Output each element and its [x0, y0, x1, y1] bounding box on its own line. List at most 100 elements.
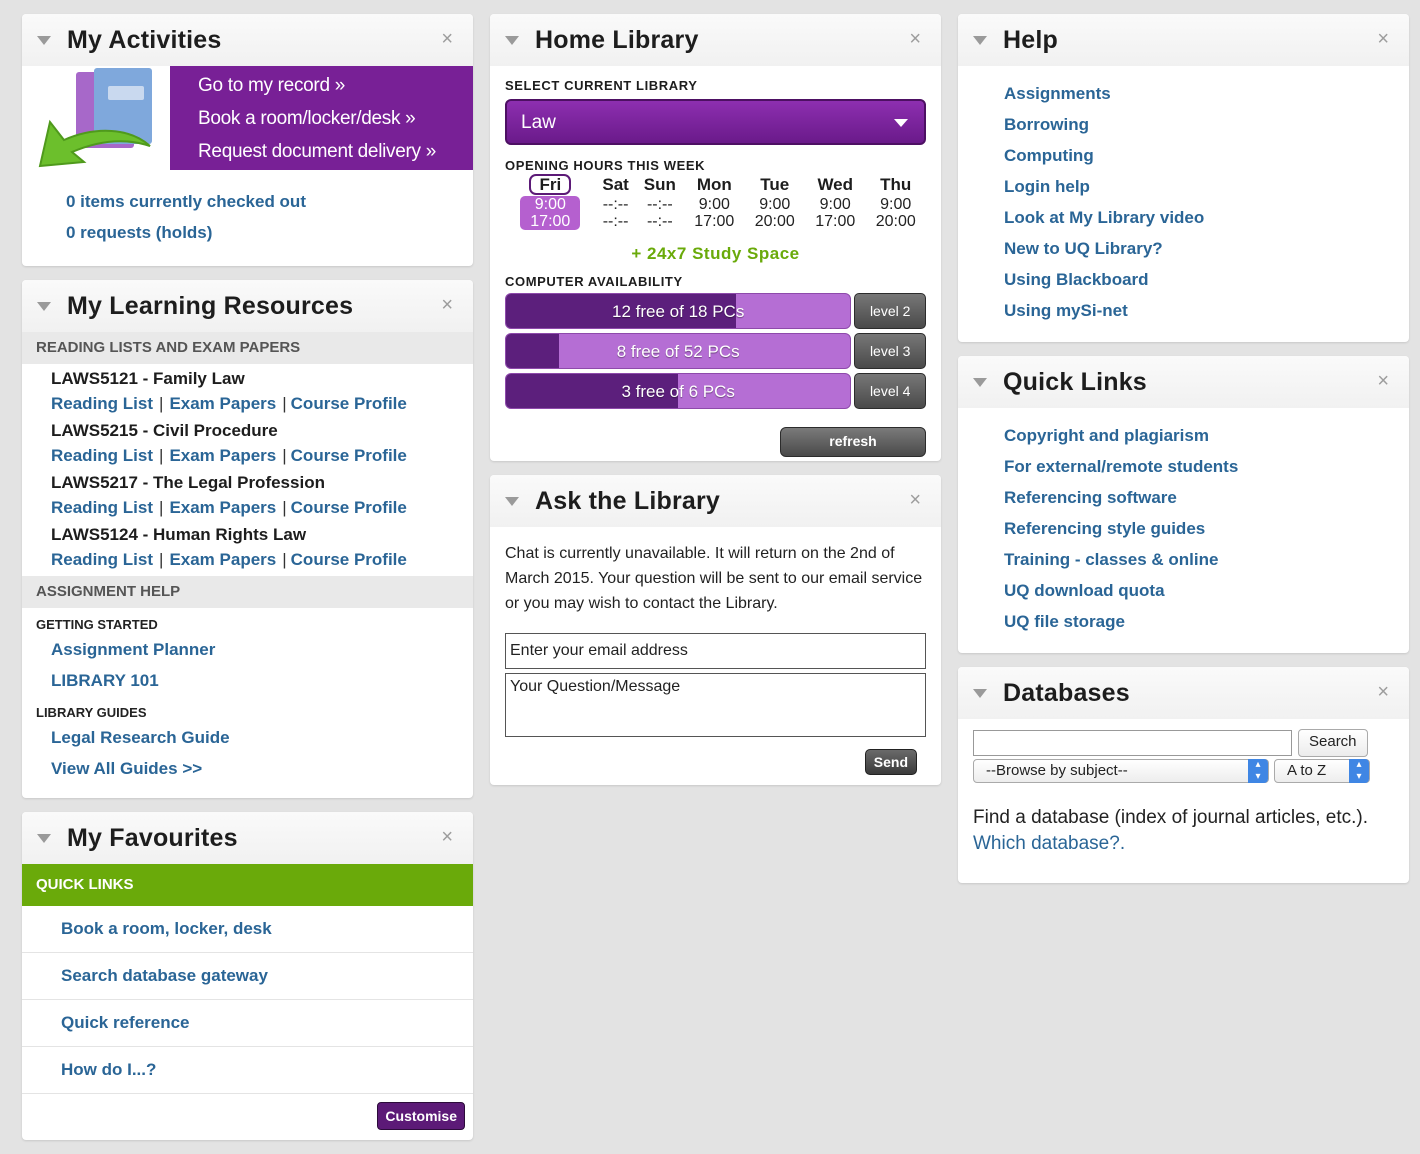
reading-list-link[interactable]: Reading List: [51, 394, 153, 413]
database-search-button[interactable]: Search: [1298, 729, 1368, 757]
reading-list-link[interactable]: Reading List: [51, 446, 153, 465]
study-space-link[interactable]: + 24x7 Study Space: [490, 244, 941, 264]
panel-header[interactable]: Databases ×: [958, 667, 1409, 719]
closing-time: --:--: [646, 213, 673, 230]
opening-time: 9:00: [505, 196, 596, 213]
exam-papers-link[interactable]: Exam Papers: [169, 550, 276, 569]
panel-title: Ask the Library: [535, 486, 721, 515]
favourite-link[interactable]: Quick reference: [61, 1013, 190, 1032]
assignment-planner-link[interactable]: Assignment Planner: [22, 634, 473, 665]
close-icon[interactable]: ×: [909, 489, 921, 512]
close-icon[interactable]: ×: [441, 826, 453, 849]
library-select[interactable]: Law: [505, 99, 926, 145]
day-name: Fri: [529, 174, 572, 195]
close-icon[interactable]: ×: [441, 294, 453, 317]
opening-time: 9:00: [880, 196, 912, 213]
close-icon[interactable]: ×: [1377, 28, 1389, 51]
customise-button[interactable]: Customise: [377, 1102, 465, 1130]
library-101-link[interactable]: LIBRARY 101: [22, 665, 473, 696]
level-button[interactable]: level 3: [854, 333, 926, 369]
help-link[interactable]: Assignments: [1004, 78, 1409, 109]
course-item: LAWS5215 - Civil Procedure Reading List | E…: [22, 418, 473, 468]
request-delivery-link[interactable]: Request document delivery »: [198, 135, 473, 168]
link-separator: |: [159, 550, 164, 569]
a-to-z-select[interactable]: A to Z ▴ ▾: [1274, 759, 1370, 783]
course-name: LAWS5124 - Human Rights Law: [51, 525, 307, 544]
quick-links-panel: Quick Links × Copyright and plagiarism Fo…: [958, 356, 1409, 653]
exam-papers-link[interactable]: Exam Papers: [169, 498, 276, 517]
link-separator: |: [282, 446, 287, 465]
opening-hours-table: Fri Sat Sun Mon Tue Wed Thu 9:00 --:-- --:-- 9:00…: [505, 173, 926, 230]
help-link[interactable]: New to UQ Library?: [1004, 233, 1409, 264]
items-checked-out-link[interactable]: 0 items currently checked out: [66, 186, 473, 217]
collapse-triangle-icon[interactable]: [37, 35, 51, 45]
collapse-triangle-icon[interactable]: [505, 496, 519, 506]
panel-title: Help: [1003, 25, 1058, 54]
quick-link[interactable]: For external/remote students: [1004, 451, 1409, 482]
exam-papers-link[interactable]: Exam Papers: [169, 446, 276, 465]
close-icon[interactable]: ×: [909, 28, 921, 51]
quick-link[interactable]: UQ file storage: [1004, 606, 1409, 637]
collapse-triangle-icon[interactable]: [37, 833, 51, 843]
quick-link[interactable]: Referencing software: [1004, 482, 1409, 513]
help-link[interactable]: Login help: [1004, 171, 1409, 202]
course-item: LAWS5121 - Family Law Reading List | Exam P…: [22, 366, 473, 416]
help-link[interactable]: Computing: [1004, 140, 1409, 171]
course-links: Reading List | Exam Papers | Course Profile: [51, 495, 473, 520]
which-database-link[interactable]: Which database?.: [973, 833, 1125, 854]
reading-list-link[interactable]: Reading List: [51, 498, 153, 517]
quick-link[interactable]: Referencing style guides: [1004, 513, 1409, 544]
view-all-guides-link[interactable]: View All Guides >>: [22, 753, 473, 784]
panel-header[interactable]: Home Library ×: [490, 14, 941, 66]
panel-header[interactable]: My Favourites ×: [22, 812, 473, 864]
course-list: LAWS5121 - Family Law Reading List | Exam P…: [22, 366, 473, 572]
refresh-button[interactable]: refresh: [780, 427, 926, 457]
close-icon[interactable]: ×: [1377, 370, 1389, 393]
close-icon[interactable]: ×: [1377, 681, 1389, 704]
requests-holds-link[interactable]: 0 requests (holds): [66, 217, 473, 248]
panel-header[interactable]: My Learning Resources ×: [22, 280, 473, 332]
exam-papers-link[interactable]: Exam Papers: [169, 394, 276, 413]
panel-header[interactable]: Help ×: [958, 14, 1409, 66]
opening-time: 9:00: [698, 196, 730, 213]
question-field[interactable]: Your Question/Message: [505, 673, 926, 737]
link-separator: |: [159, 446, 164, 465]
panel-header[interactable]: Ask the Library ×: [490, 475, 941, 527]
favourite-link[interactable]: How do I...?: [61, 1060, 156, 1079]
collapse-triangle-icon[interactable]: [973, 377, 987, 387]
panel-header[interactable]: Quick Links ×: [958, 356, 1409, 408]
reading-lists-header: READING LISTS AND EXAM PAPERS: [22, 332, 473, 364]
favourite-link[interactable]: Search database gateway: [61, 966, 268, 985]
availability-text: 8 free of 52 PCs: [616, 342, 740, 361]
course-profile-link[interactable]: Course Profile: [291, 498, 407, 517]
close-icon[interactable]: ×: [441, 28, 453, 51]
browse-subject-select[interactable]: --Browse by subject-- ▴ ▾: [973, 759, 1269, 783]
collapse-triangle-icon[interactable]: [505, 35, 519, 45]
database-search-input[interactable]: [973, 730, 1292, 756]
go-to-my-record-link[interactable]: Go to my record »: [198, 69, 473, 102]
quick-link[interactable]: Training - classes & online: [1004, 544, 1409, 575]
book-room-link[interactable]: Book a room/locker/desk »: [198, 102, 473, 135]
quick-link[interactable]: Copyright and plagiarism: [1004, 420, 1409, 451]
panel-header[interactable]: My Activities ×: [22, 14, 473, 66]
favourite-link[interactable]: Book a room, locker, desk: [61, 919, 272, 938]
help-link[interactable]: Using mySi-net: [1004, 295, 1409, 326]
email-field[interactable]: [505, 633, 926, 669]
help-link[interactable]: Using Blackboard: [1004, 264, 1409, 295]
help-link[interactable]: Look at My Library video: [1004, 202, 1409, 233]
course-profile-link[interactable]: Course Profile: [291, 394, 407, 413]
quick-links-bar: QUICK LINKS: [22, 864, 473, 906]
course-profile-link[interactable]: Course Profile: [291, 550, 407, 569]
help-link[interactable]: Borrowing: [1004, 109, 1409, 140]
panel-title: Home Library: [535, 25, 699, 54]
collapse-triangle-icon[interactable]: [973, 688, 987, 698]
send-button[interactable]: Send: [864, 749, 917, 775]
course-profile-link[interactable]: Course Profile: [291, 446, 407, 465]
quick-link[interactable]: UQ download quota: [1004, 575, 1409, 606]
collapse-triangle-icon[interactable]: [37, 301, 51, 311]
reading-list-link[interactable]: Reading List: [51, 550, 153, 569]
legal-research-guide-link[interactable]: Legal Research Guide: [22, 722, 473, 753]
level-button[interactable]: level 4: [854, 373, 926, 409]
collapse-triangle-icon[interactable]: [973, 35, 987, 45]
level-button[interactable]: level 2: [854, 293, 926, 329]
